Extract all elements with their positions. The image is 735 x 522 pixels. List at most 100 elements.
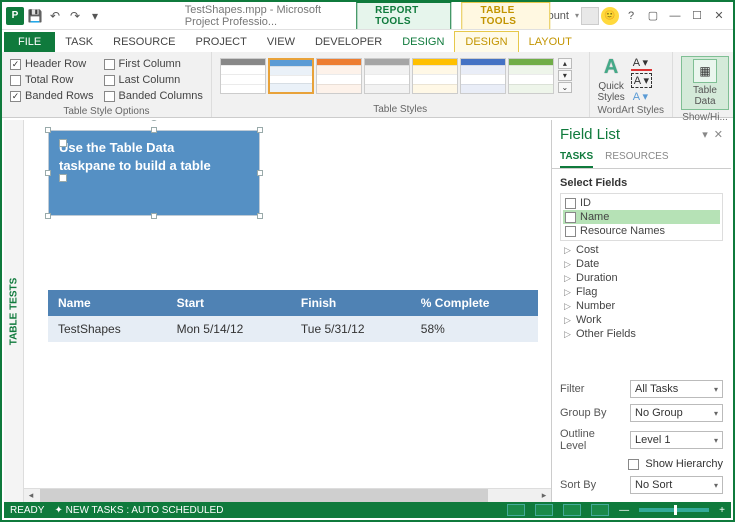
col-finish[interactable]: Finish (291, 290, 411, 316)
tab-view[interactable]: VIEW (257, 32, 305, 52)
tab-developer[interactable]: DEVELOPER (305, 32, 392, 52)
resize-handle[interactable] (257, 213, 263, 219)
view-btn-1[interactable] (507, 504, 525, 516)
chk-show-hierarchy[interactable] (628, 459, 639, 470)
filter-select[interactable]: All Tasks▾ (630, 380, 723, 398)
table-style-6[interactable] (460, 58, 506, 94)
vertical-tab[interactable]: TABLE TESTS (4, 120, 24, 502)
tree-duration[interactable]: Duration (576, 272, 618, 284)
resize-handle[interactable] (45, 170, 51, 176)
gallery-up-icon[interactable]: ▴ (558, 58, 572, 69)
scroll-left-icon[interactable]: ◂ (24, 489, 38, 502)
table-style-7[interactable] (508, 58, 554, 94)
resize-handle[interactable] (151, 127, 157, 133)
tree-flag[interactable]: Flag (576, 286, 597, 298)
chk-first-col[interactable] (104, 59, 115, 70)
tab-table-design[interactable]: DESIGN (454, 31, 518, 52)
tab-report-design[interactable]: DESIGN (392, 32, 454, 52)
col-start[interactable]: Start (167, 290, 291, 316)
close-icon[interactable]: ✕ (709, 7, 729, 25)
cell-pct[interactable]: 58% (411, 316, 538, 342)
status-ready: READY (10, 505, 44, 516)
tab-layout[interactable]: LAYOUT (519, 32, 582, 52)
outline-select[interactable]: Level 1▾ (630, 431, 723, 449)
table-style-4[interactable] (364, 58, 410, 94)
minimize-icon[interactable]: — (665, 7, 685, 25)
status-schedule-mode[interactable]: ✦ NEW TASKS : AUTO SCHEDULED (54, 505, 223, 516)
textbox-selected[interactable]: Use the Table Data taskpane to build a t… (48, 130, 260, 216)
resize-handle[interactable] (257, 170, 263, 176)
group-select[interactable]: No Group▾ (630, 404, 723, 422)
qat-save-icon[interactable]: 💾 (26, 7, 44, 25)
table-style-3[interactable] (316, 58, 362, 94)
text-effects-icon[interactable]: A ▾ (631, 90, 652, 103)
tab-task[interactable]: TASK (55, 32, 103, 52)
chk-total-row[interactable] (10, 75, 21, 86)
text-outline-icon[interactable]: A ▾ (631, 73, 652, 88)
zoom-in-icon[interactable]: + (719, 505, 725, 516)
rotate-handle[interactable] (150, 120, 158, 121)
scroll-thumb[interactable] (40, 489, 488, 502)
maximize-icon[interactable]: ☐ (687, 7, 707, 25)
help-icon[interactable]: ? (621, 7, 641, 25)
resize-handle[interactable] (257, 127, 263, 133)
ribbon-collapse-icon[interactable]: ▢ (643, 7, 663, 25)
view-btn-4[interactable] (591, 504, 609, 516)
chk-field-name[interactable] (565, 212, 576, 223)
quick-styles-button[interactable]: Quick Styles (598, 81, 625, 103)
field-name[interactable]: Name (580, 211, 609, 223)
zoom-out-icon[interactable]: — (619, 505, 629, 516)
chk-field-id[interactable] (565, 198, 576, 209)
view-btn-3[interactable] (563, 504, 581, 516)
report-canvas[interactable]: Use the Table Data taskpane to build a t… (24, 120, 551, 502)
tab-project[interactable]: PROJECT (186, 32, 257, 52)
tree-work[interactable]: Work (576, 314, 601, 326)
chk-banded-rows[interactable] (10, 91, 21, 102)
tab-file[interactable]: FILE (4, 32, 55, 52)
pane-close-icon[interactable]: ✕ (714, 128, 723, 141)
tree-date[interactable]: Date (576, 258, 599, 270)
show-hierarchy-label: Show Hierarchy (645, 458, 723, 470)
zoom-slider[interactable] (639, 508, 709, 512)
chk-field-resnames[interactable] (565, 226, 576, 237)
qat-redo-icon[interactable]: ↷ (66, 7, 84, 25)
resize-handle[interactable] (45, 213, 51, 219)
tree-number[interactable]: Number (576, 300, 615, 312)
field-resnames[interactable]: Resource Names (580, 225, 665, 237)
touch-mode-icon[interactable]: 🙂 (601, 7, 619, 25)
col-pct[interactable]: % Complete (411, 290, 538, 316)
resize-handle[interactable] (45, 127, 51, 133)
qat-undo-icon[interactable]: ↶ (46, 7, 64, 25)
cell-name[interactable]: TestShapes (48, 316, 167, 342)
qat-dropdown-icon[interactable]: ▾ (86, 7, 104, 25)
table-style-2[interactable] (268, 58, 314, 94)
report-table[interactable]: Name Start Finish % Complete TestShapes … (48, 290, 538, 342)
chk-header-row[interactable] (10, 59, 21, 70)
text-fill-icon[interactable]: A ▾ (631, 56, 652, 71)
view-btn-2[interactable] (535, 504, 553, 516)
gallery-down-icon[interactable]: ▾ (558, 70, 572, 81)
gallery-more-icon[interactable]: ⌄ (558, 82, 572, 93)
horizontal-scrollbar[interactable]: ◂ ▸ (24, 488, 551, 502)
pane-options-icon[interactable]: ▾ (702, 128, 708, 141)
scroll-right-icon[interactable]: ▸ (537, 489, 551, 502)
field-id[interactable]: ID (580, 197, 591, 209)
pane-tab-resources[interactable]: RESOURCES (605, 147, 668, 168)
table-data-button[interactable]: ▦ Table Data (681, 56, 729, 110)
avatar[interactable] (581, 7, 599, 25)
resize-handle[interactable] (151, 213, 157, 219)
table-style-5[interactable] (412, 58, 458, 94)
tree-cost[interactable]: Cost (576, 244, 599, 256)
table-style-1[interactable] (220, 58, 266, 94)
col-name[interactable]: Name (48, 290, 167, 316)
wordart-preview-icon[interactable]: A (604, 56, 618, 79)
chk-banded-cols[interactable] (104, 91, 115, 102)
chk-last-col[interactable] (104, 75, 115, 86)
pane-tab-tasks[interactable]: TASKS (560, 147, 593, 168)
sort-select[interactable]: No Sort▾ (630, 476, 723, 494)
vertical-tab-label: TABLE TESTS (8, 277, 19, 345)
tree-other[interactable]: Other Fields (576, 328, 636, 340)
cell-finish[interactable]: Tue 5/31/12 (291, 316, 411, 342)
cell-start[interactable]: Mon 5/14/12 (167, 316, 291, 342)
tab-resource[interactable]: RESOURCE (103, 32, 185, 52)
